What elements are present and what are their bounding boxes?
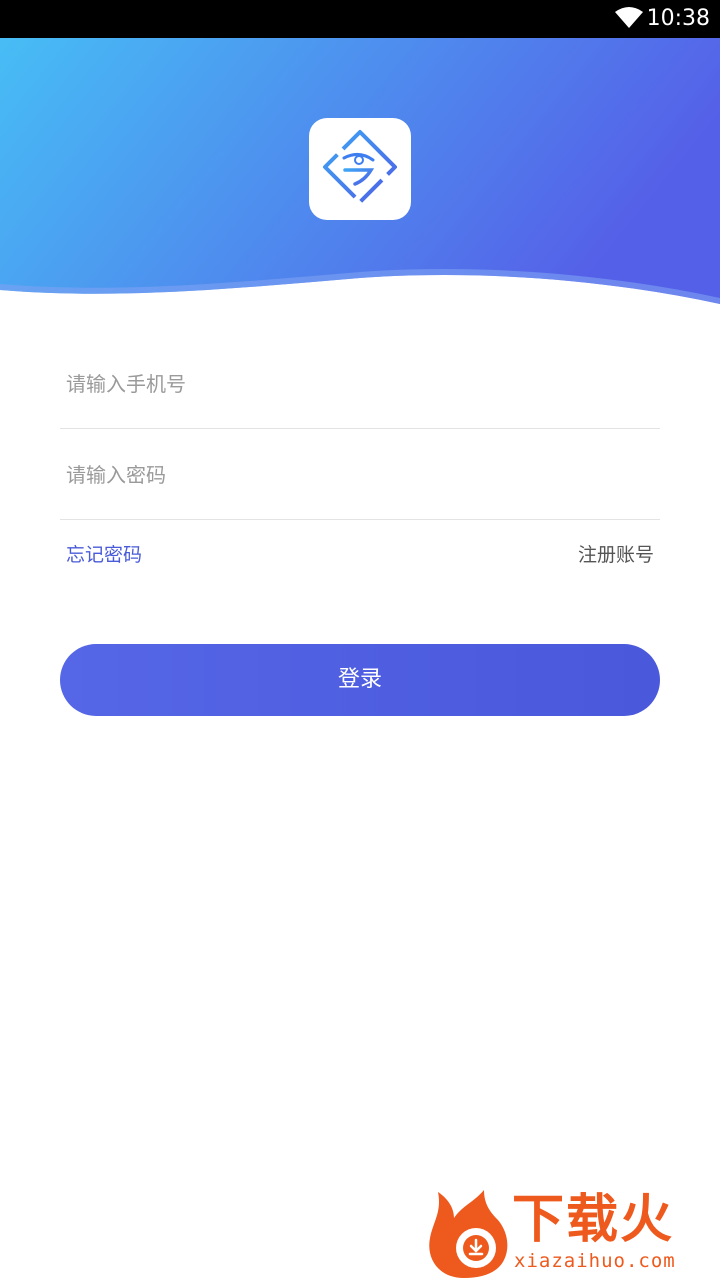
phone-input[interactable] <box>66 364 646 404</box>
account-links: 忘记密码 注册账号 <box>60 536 660 570</box>
watermark-title: 下载火 <box>512 1190 675 1250</box>
login-screen: 10:38 请输入手机号 忘记密码 注册账号 登录 下载火 xiazaihuo.… <box>0 0 720 1280</box>
forgot-password-link[interactable]: 忘记密码 <box>66 540 142 567</box>
password-input[interactable] <box>66 455 646 495</box>
app-logo <box>309 118 411 220</box>
status-bar: 10:38 <box>0 0 720 38</box>
login-button[interactable]: 登录 <box>60 644 660 716</box>
status-time: 10:38 <box>646 6 710 31</box>
password-field <box>60 429 660 520</box>
watermark: 下载火 xiazaihuo.com <box>424 1186 720 1280</box>
wifi-icon <box>615 7 643 28</box>
app-logo-icon <box>323 130 397 204</box>
flame-logo-icon <box>429 1190 508 1278</box>
register-account-link[interactable]: 注册账号 <box>578 540 654 567</box>
watermark-subtitle: xiazaihuo.com <box>514 1250 676 1272</box>
phone-field <box>60 338 660 429</box>
